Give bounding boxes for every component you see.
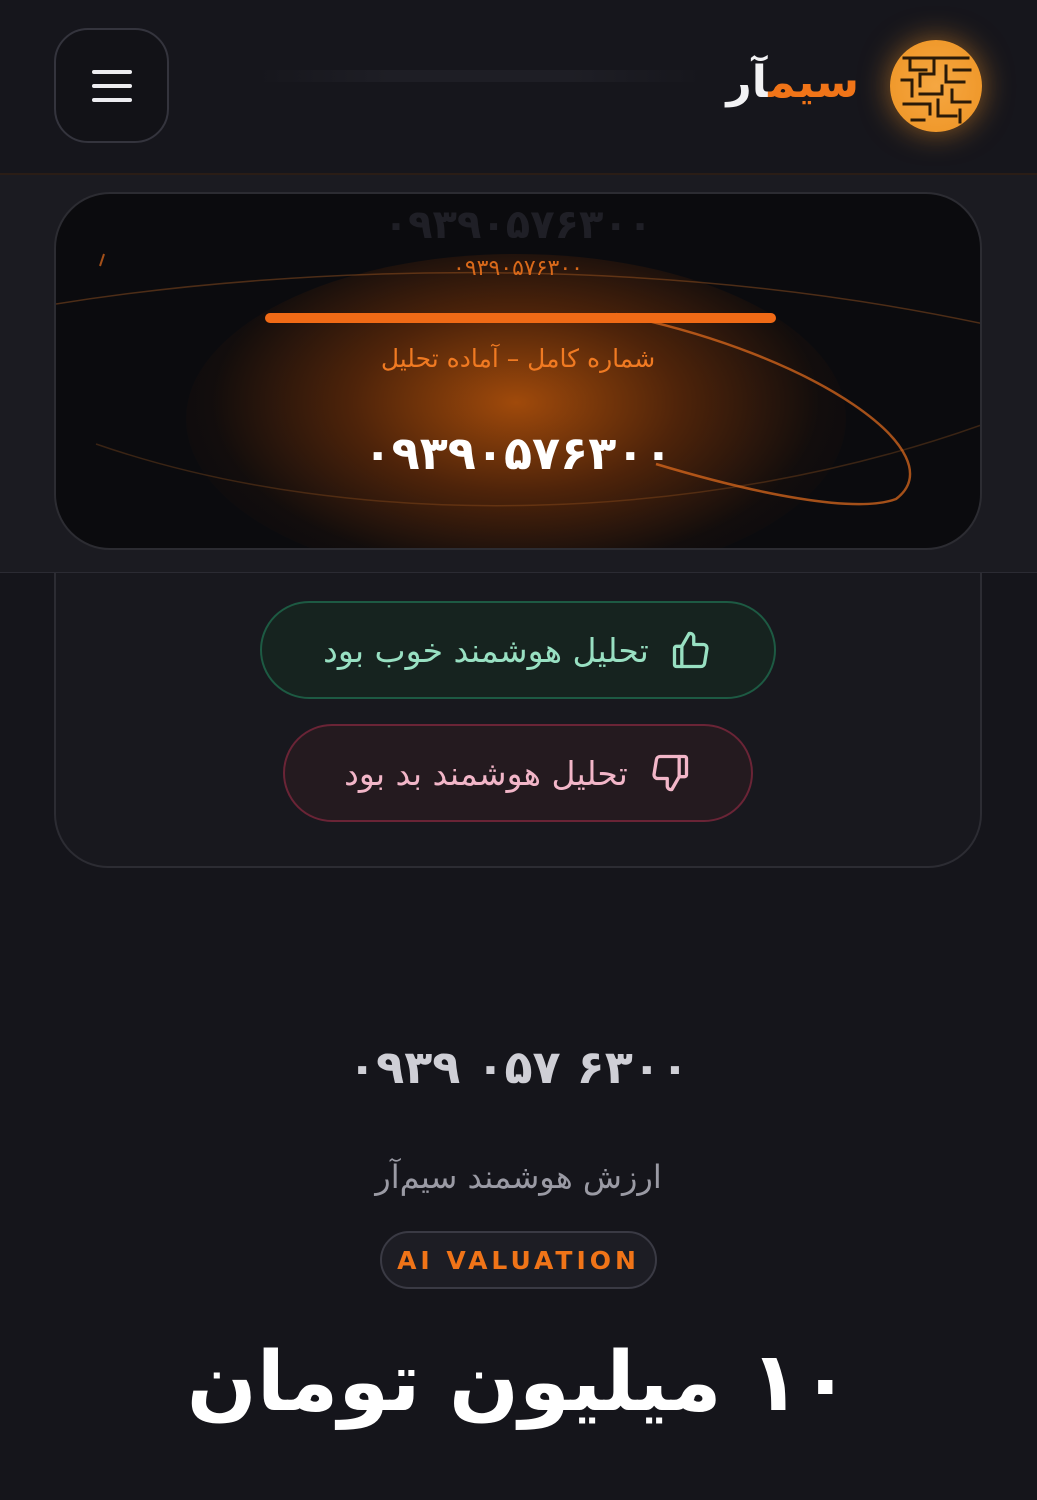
ai-valuation-badge: AI VALUATION	[380, 1231, 657, 1289]
header-ghost-bar	[255, 70, 705, 82]
thumbs-down-icon	[648, 751, 692, 795]
good-analysis-label: تحلیل هوشمند خوب بود	[323, 630, 649, 670]
phone-number: ۰۹۳۹۰۵۷۶۳۰۰	[363, 426, 673, 480]
menu-button[interactable]	[54, 28, 169, 143]
valuation-number: ۰۹۳۹ ۰۵۷ ۶۳۰۰	[348, 1040, 689, 1094]
app-header: سیمآر	[0, 0, 1037, 175]
ghost-number: ۰۹۳۹۰۵۷۶۳۰۰	[383, 202, 653, 248]
brand-rest: آر	[726, 57, 769, 108]
valuation-caption: ارزش هوشمند سیم‌آر	[375, 1158, 662, 1196]
brand-accent: سیم	[768, 57, 859, 108]
small-digits: ۰۹۳۹۰۵۷۶۳۰۰	[453, 256, 583, 281]
status-text: شماره کامل – آماده تحلیل	[380, 344, 656, 373]
analysis-progress-bar	[265, 313, 776, 323]
bad-analysis-button[interactable]: تحلیل هوشمند بد بود	[283, 724, 753, 822]
good-analysis-button[interactable]: تحلیل هوشمند خوب بود	[260, 601, 776, 699]
brand-name[interactable]: سیمآر	[726, 48, 859, 118]
valuation-amount: ۱۰ میلیون تومان	[186, 1335, 851, 1430]
phone-number-card: ۰۹۳۹۰۵۷۶۳۰۰ ۰۹۳۹۰۵۷۶۳۰۰ شماره کامل – آما…	[54, 192, 982, 550]
hamburger-menu-icon	[91, 69, 132, 74]
maze-logo-icon[interactable]	[890, 40, 982, 132]
bad-analysis-label: تحلیل هوشمند بد بود	[344, 753, 628, 793]
thumbs-up-icon	[669, 628, 713, 672]
